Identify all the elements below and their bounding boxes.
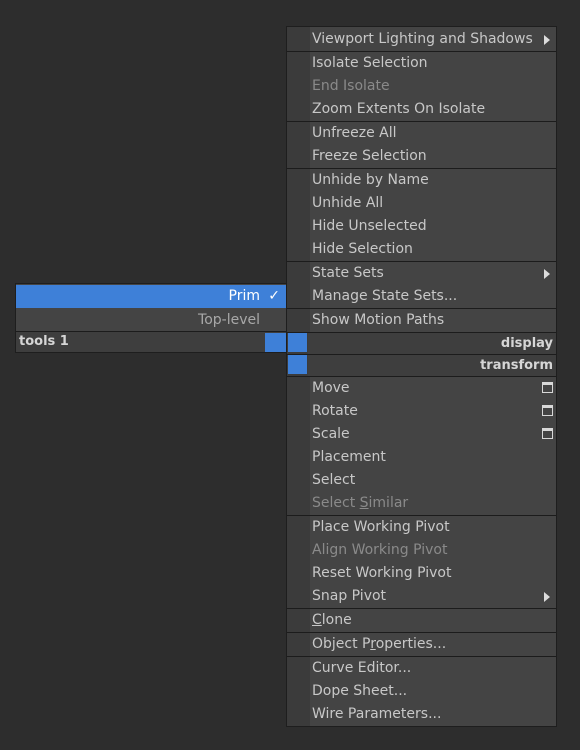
menu-item-label: Wire Parameters... <box>312 706 442 722</box>
menu-item-label: Unfreeze All <box>312 125 397 141</box>
menu-item-prim[interactable]: Prim ✓ <box>16 285 286 308</box>
menu-item-label: Hide Selection <box>312 241 413 257</box>
menu-item-label: Unhide by Name <box>312 172 429 188</box>
menu-item-align-working-pivot[interactable]: Align Working Pivot <box>287 539 556 562</box>
menu-item-dope-sheet[interactable]: Dope Sheet... <box>287 680 556 703</box>
menu-item-state-sets[interactable]: State Sets <box>287 262 556 285</box>
menu-item-label: Rotate <box>312 403 358 419</box>
menu-item-show-motion-paths[interactable]: Show Motion Paths <box>287 309 556 332</box>
checkmark-icon: ✓ <box>268 288 280 304</box>
menu-item-label: Reset Working Pivot <box>312 565 452 581</box>
menu-item-top-level[interactable]: Top-level <box>16 309 286 332</box>
submenu-arrow-icon <box>544 592 550 602</box>
menu-item-curve-editor[interactable]: Curve Editor... <box>287 657 556 680</box>
quad-header-tools-1-label: tools 1 <box>19 334 69 349</box>
menu-item-unhide-all[interactable]: Unhide All <box>287 192 556 215</box>
menu-item-label: Scale <box>312 426 350 442</box>
submenu-arrow-icon <box>544 269 550 279</box>
menu-item-label-part: Select <box>312 495 360 511</box>
menu-item-label: Unhide All <box>312 195 384 211</box>
menu-item-label: End Isolate <box>312 78 390 94</box>
menu-item-freeze-selection[interactable]: Freeze Selection <box>287 145 556 168</box>
menu-item-zoom-extents-on-isolate[interactable]: Zoom Extents On Isolate <box>287 98 556 121</box>
menu-item-label: Align Working Pivot <box>312 542 448 558</box>
menu-item-label: Select <box>312 472 356 488</box>
menu-item-label-part: lone <box>321 612 352 628</box>
menu-item-hide-selection[interactable]: Hide Selection <box>287 238 556 261</box>
menu-item-label-part: Object P <box>312 636 371 652</box>
quad-indicator-upper-right[interactable] <box>288 333 307 352</box>
menu-item-label: Hide Unselected <box>312 218 427 234</box>
menu-item-hide-unselected[interactable]: Hide Unselected <box>287 215 556 238</box>
settings-dialog-icon[interactable] <box>542 405 553 416</box>
quad-header-tools-1: tools 1 <box>16 332 286 352</box>
menu-item-label: Show Motion Paths <box>312 312 445 328</box>
menu-item-label: Curve Editor... <box>312 660 412 676</box>
menu-item-label: State Sets <box>312 265 384 281</box>
menu-item-scale[interactable]: Scale <box>287 423 556 446</box>
menu-item-end-isolate[interactable]: End Isolate <box>287 75 556 98</box>
tools-1-quad-menu: Prim ✓ Top-level tools 1 <box>15 283 287 353</box>
menu-item-label: Move <box>312 380 350 396</box>
menu-item-reset-working-pivot[interactable]: Reset Working Pivot <box>287 562 556 585</box>
menu-item-label: Zoom Extents On Isolate <box>312 101 486 117</box>
settings-dialog-icon[interactable] <box>542 428 553 439</box>
menu-item-unfreeze-all[interactable]: Unfreeze All <box>287 122 556 145</box>
menu-item-move[interactable]: Move <box>287 377 556 400</box>
quad-indicator-left[interactable] <box>265 333 286 352</box>
menu-item-label: Place Working Pivot <box>312 519 450 535</box>
menu-item-label: Isolate Selection <box>312 55 428 71</box>
menu-item-place-working-pivot[interactable]: Place Working Pivot <box>287 516 556 539</box>
menu-item-isolate-selection[interactable]: Isolate Selection <box>287 52 556 75</box>
menu-item-snap-pivot[interactable]: Snap Pivot <box>287 585 556 608</box>
submenu-arrow-icon <box>544 35 550 45</box>
quad-header-display: display <box>308 333 556 354</box>
menu-item-select[interactable]: Select <box>287 469 556 492</box>
quad-header-transform-label: transform <box>480 358 553 373</box>
menu-item-select-similar[interactable]: Select Similar <box>287 492 556 515</box>
settings-dialog-icon[interactable] <box>542 382 553 393</box>
quad-indicator-lower-right[interactable] <box>288 355 307 374</box>
menu-item-label-part: operties... <box>375 636 447 652</box>
menu-item-top-level-label: Top-level <box>198 312 260 328</box>
menu-item-label: Freeze Selection <box>312 148 427 164</box>
menu-item-manage-state-sets[interactable]: Manage State Sets... <box>287 285 556 308</box>
quad-header-display-label: display <box>500 336 553 351</box>
menu-item-object-properties[interactable]: Object Properties... <box>287 633 556 656</box>
display-transform-quad-menu: Viewport Lighting and Shadows Isolate Se… <box>286 26 557 727</box>
menu-item-viewport-lighting-and-shadows[interactable]: Viewport Lighting and Shadows <box>287 28 556 51</box>
menu-item-prim-label: Prim <box>228 288 260 304</box>
menu-item-unhide-by-name[interactable]: Unhide by Name <box>287 169 556 192</box>
quad-header-transform: transform <box>308 355 556 376</box>
menu-item-label: Snap Pivot <box>312 588 387 604</box>
menu-item-label: Dope Sheet... <box>312 683 408 699</box>
menu-item-wire-parameters[interactable]: Wire Parameters... <box>287 703 556 726</box>
menu-item-label: Placement <box>312 449 386 465</box>
menu-item-label-part: imilar <box>368 495 409 511</box>
menu-item-label-mnemonic: S <box>359 495 369 511</box>
menu-item-clone[interactable]: Clone <box>287 609 556 632</box>
menu-item-label-mnemonic: C <box>312 612 322 628</box>
menu-item-label: Viewport Lighting and Shadows <box>312 31 533 47</box>
menu-item-label: Manage State Sets... <box>312 288 458 304</box>
menu-item-rotate[interactable]: Rotate <box>287 400 556 423</box>
menu-item-placement[interactable]: Placement <box>287 446 556 469</box>
